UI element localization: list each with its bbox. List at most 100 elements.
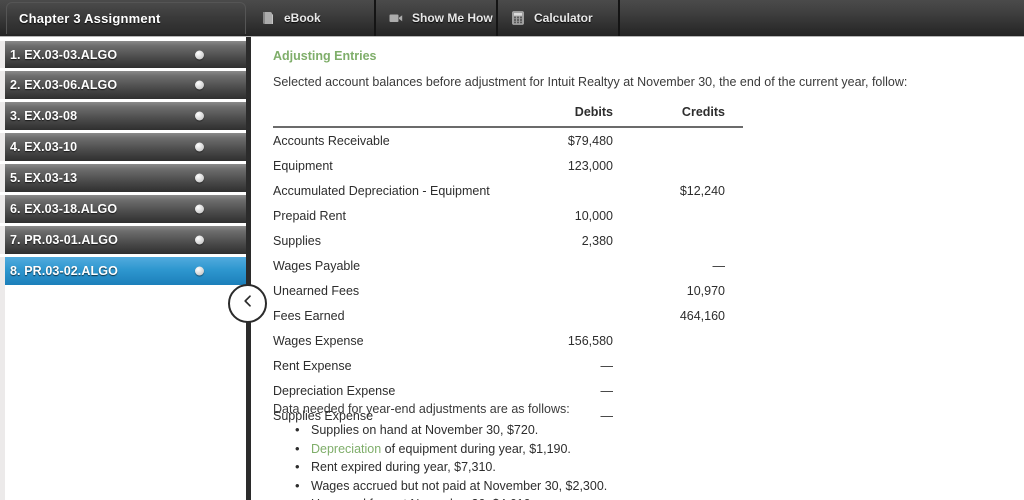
account-name: Rent Expense (273, 358, 352, 373)
debit-value: 156,580 (567, 333, 613, 348)
sidebar-item-7[interactable]: 7. PR.03-01.ALGO (0, 223, 246, 254)
credit-value (631, 153, 743, 178)
list-item: Supplies on hand at November 30, $720. (295, 422, 935, 437)
debit-value: 123,000 (567, 158, 613, 173)
intro-paragraph: Selected account balances before adjustm… (273, 75, 908, 89)
sidebar-item-8[interactable]: 8. PR.03-02.ALGO (0, 254, 246, 285)
book-icon (260, 10, 276, 26)
list-item-text: Supplies on hand at November 30, $720. (311, 423, 539, 437)
account-name: Accounts Receivable (273, 133, 390, 148)
credit-value: 10,970 (686, 283, 725, 298)
column-header-credits: Credits (631, 99, 743, 128)
debit-value (519, 278, 631, 303)
account-name: Unearned Fees (273, 283, 360, 298)
tab-show-me-how[interactable]: Show Me How (376, 0, 498, 36)
sidebar-item-6[interactable]: 6. EX.03-18.ALGO (0, 192, 246, 223)
account-name: Accumulated Depreciation - Equipment (273, 183, 490, 198)
debit-value (519, 178, 631, 203)
column-header-debits: Debits (519, 99, 631, 128)
list-item: Rent expired during year, $7,310. (295, 459, 935, 474)
assignment-title-tab[interactable]: Chapter 3 Assignment (6, 2, 246, 34)
tab-label: eBook (284, 11, 321, 25)
sidebar-item-status-dot (195, 80, 204, 90)
debit-value (519, 303, 631, 328)
sidebar-item-1[interactable]: 1. EX.03-03.ALGO (0, 37, 246, 68)
sidebar-item-label: 1. EX.03-03.ALGO (10, 47, 118, 62)
sidebar-item-status-dot (195, 235, 204, 245)
list-item-text: Wages accrued but not paid at November 3… (311, 478, 608, 493)
adjustments-title: Data needed for year-end adjustments are… (273, 402, 570, 416)
debit-value: 2,380 (581, 233, 613, 248)
debit-value: — (600, 383, 614, 398)
sidebar-item-label: 4. EX.03-10 (10, 140, 78, 154)
credit-value (631, 228, 743, 253)
tab-calculator[interactable]: Calculator (498, 0, 620, 36)
list-item: Depreciation of equipment during year, $… (295, 441, 935, 456)
account-name: Equipment (273, 158, 333, 173)
debit-value: 10,000 (574, 208, 613, 223)
sidebar-item-status-dot (195, 204, 204, 214)
sidebar-item-label: 7. PR.03-01.ALGO (10, 233, 118, 247)
column-header-account (273, 99, 519, 128)
account-name: Fees Earned (273, 308, 345, 323)
table-row: Wages Expense 156,580 (273, 328, 743, 353)
sidebar-item-status-dot (195, 266, 204, 276)
table-row: Fees Earned 464,160 (273, 303, 743, 328)
account-name: Prepaid Rent (273, 208, 346, 223)
section-title: Adjusting Entries (273, 49, 377, 63)
sidebar-item-label: 3. EX.03-08 (10, 109, 78, 123)
table-row: Depreciation Expense — (273, 378, 743, 403)
account-name: Depreciation Expense (273, 383, 396, 398)
chevron-left-icon (240, 293, 256, 314)
tab-ebook[interactable]: eBook (248, 0, 376, 36)
credit-value (631, 127, 743, 153)
table-row: Wages Payable — (273, 253, 743, 278)
credit-value: 464,160 (679, 308, 725, 323)
adjustments-list: Supplies on hand at November 30, $720. De… (295, 422, 935, 500)
sidebar-item-status-dot (195, 173, 204, 183)
sidebar-item-4[interactable]: 4. EX.03-10 (0, 130, 246, 161)
debit-value (519, 253, 631, 278)
credit-value (631, 378, 743, 403)
list-item: Wages accrued but not paid at November 3… (295, 478, 935, 493)
table-row: Rent Expense — (273, 353, 743, 378)
sidebar-item-3[interactable]: 3. EX.03-08 (0, 99, 246, 130)
glossary-link[interactable]: Depreciation (311, 442, 381, 456)
credit-value: $12,240 (679, 183, 725, 198)
table-head: Debits Credits (273, 99, 743, 128)
tool-tabs: eBook Show Me How Calculator (248, 0, 620, 36)
credit-value (631, 203, 743, 228)
table-row: Supplies 2,380 (273, 228, 743, 253)
table-row: Prepaid Rent 10,000 (273, 203, 743, 228)
sidebar-item-label: 8. PR.03-02.ALGO (10, 264, 118, 278)
account-name: Wages Payable (273, 258, 361, 273)
table-row: Unearned Fees 10,970 (273, 278, 743, 303)
sidebar-collapse-button[interactable] (228, 284, 267, 323)
calculator-icon (510, 10, 526, 26)
tab-label: Calculator (534, 11, 593, 25)
sidebar-item-status-dot (195, 50, 204, 59)
list-item-text: of equipment during year, $1,190. (381, 441, 571, 456)
sidebar-item-status-dot (195, 111, 204, 121)
sidebar-item-label: 6. EX.03-18.ALGO (10, 202, 118, 216)
sidebar-item-label: 2. EX.03-06.ALGO (10, 78, 118, 92)
sidebar-item-2[interactable]: 2. EX.03-06.ALGO (0, 68, 246, 99)
table-row: Accumulated Depreciation - Equipment $12,… (273, 178, 743, 203)
exercise-content: Adjusting Entries Selected account balan… (251, 37, 1024, 500)
video-camera-icon (388, 10, 404, 26)
account-name: Supplies (273, 233, 321, 248)
debit-value: $79,480 (567, 133, 613, 148)
credit-value: — (712, 258, 726, 273)
sidebar-item-status-dot (195, 142, 204, 152)
account-name: Wages Expense (273, 333, 364, 348)
account-balances-table: Debits Credits Accounts Receivable $79,48… (273, 99, 743, 428)
page-title: Chapter 3 Assignment (19, 11, 161, 26)
sidebar-item-5[interactable]: 5. EX.03-13 (0, 161, 246, 192)
table-header-row: Debits Credits (273, 99, 743, 128)
list-item-text: Rent expired during year, $7,310. (311, 460, 496, 474)
tab-label: Show Me How (412, 11, 493, 25)
credit-value (631, 353, 743, 378)
assignment-item-list: 1. EX.03-03.ALGO 2. EX.03-06.ALGO 3. EX.03… (0, 37, 246, 285)
debit-value: — (600, 358, 614, 373)
table-row: Accounts Receivable $79,480 (273, 127, 743, 153)
